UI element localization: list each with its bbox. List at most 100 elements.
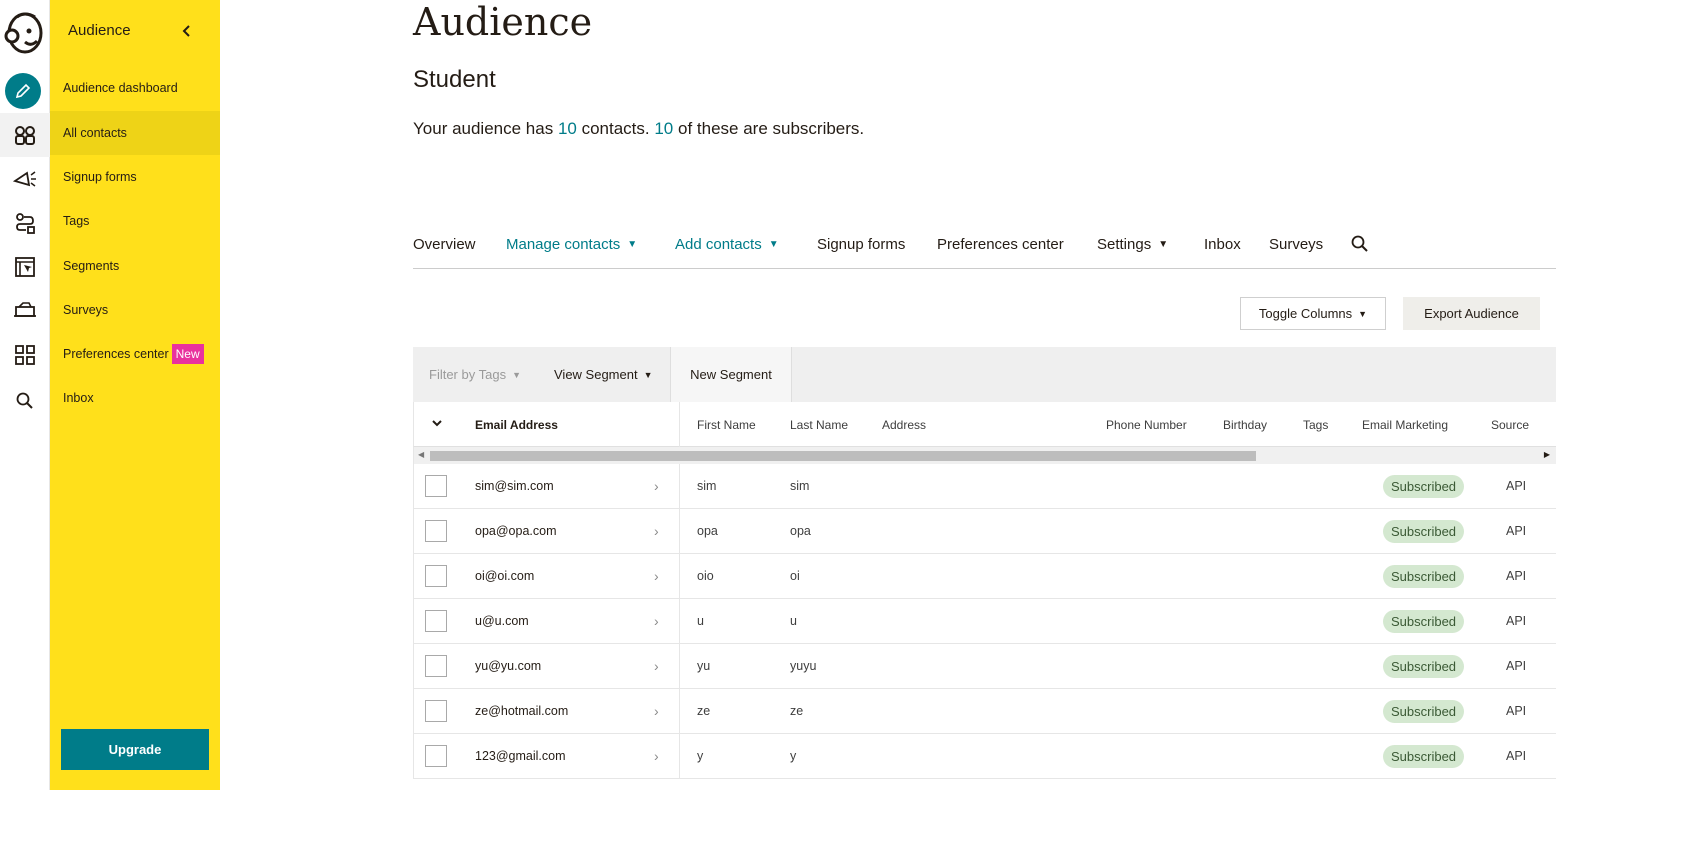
tab-signup-forms[interactable]: Signup forms — [817, 236, 905, 253]
sidebar-item-tags[interactable]: Tags — [50, 199, 220, 243]
row-checkbox[interactable] — [425, 520, 447, 542]
tab-label: Signup forms — [817, 236, 906, 253]
column-birthday[interactable]: Birthday — [1223, 418, 1267, 432]
row-first-name: sim — [697, 479, 717, 493]
column-address[interactable]: Address — [882, 418, 926, 432]
chevron-right-icon[interactable]: › — [654, 658, 659, 674]
column-last-name[interactable]: Last Name — [790, 418, 848, 432]
column-email-address[interactable]: Email Address — [475, 418, 558, 432]
row-checkbox[interactable] — [425, 565, 447, 587]
sidebar-item-segments[interactable]: Segments — [50, 244, 220, 288]
row-email[interactable]: yu@yu.com — [475, 659, 541, 673]
scroll-right-arrow-icon[interactable]: ▶ — [1544, 450, 1550, 459]
integrations-grid-icon[interactable] — [0, 333, 50, 377]
row-email[interactable]: sim@sim.com — [475, 479, 554, 493]
toggle-columns-button[interactable]: Toggle Columns ▼ — [1240, 297, 1386, 330]
table-row[interactable]: opa@opa.com › opa opa Subscribed API — [413, 509, 1556, 554]
chevron-right-icon[interactable]: › — [654, 748, 659, 764]
row-checkbox[interactable] — [425, 610, 447, 632]
row-first-name: u — [697, 614, 704, 628]
row-checkbox[interactable] — [425, 700, 447, 722]
row-checkbox[interactable] — [425, 655, 447, 677]
sidebar-item-label: Tags — [63, 214, 90, 228]
column-phone-number[interactable]: Phone Number — [1106, 418, 1187, 432]
column-tags[interactable]: Tags — [1303, 418, 1328, 432]
tab-add-contacts[interactable]: Add contacts ▼ — [675, 236, 779, 253]
content-studio-icon[interactable] — [0, 289, 50, 333]
campaigns-megaphone-icon[interactable] — [0, 157, 50, 201]
chevron-right-icon[interactable]: › — [654, 703, 659, 719]
table-row[interactable]: ze@hotmail.com › ze ze Subscribed API — [413, 689, 1556, 734]
table-row[interactable]: 123@gmail.com › y y Subscribed API — [413, 734, 1556, 779]
collapse-chevron-left-icon[interactable] — [181, 24, 191, 43]
tab-settings[interactable]: Settings ▼ — [1097, 236, 1168, 253]
audience-name: Student — [413, 66, 496, 93]
table-header: Email Address First Name Last Name Addre… — [413, 402, 1556, 447]
horizontal-scrollbar[interactable]: ◀ ▶ — [413, 447, 1556, 464]
automations-icon[interactable] — [0, 201, 50, 245]
row-email[interactable]: opa@opa.com — [475, 524, 557, 538]
tab-inbox[interactable]: Inbox — [1204, 236, 1241, 253]
scroll-left-arrow-icon[interactable]: ◀ — [418, 450, 424, 459]
export-audience-button[interactable]: Export Audience — [1403, 297, 1540, 330]
status-badge: Subscribed — [1383, 475, 1465, 498]
status-badge: Subscribed — [1383, 700, 1465, 723]
summary-suffix: of these are subscribers. — [673, 119, 865, 138]
row-last-name: u — [790, 614, 797, 628]
status-badge: Subscribed — [1383, 655, 1465, 678]
row-last-name: opa — [790, 524, 811, 538]
chevron-right-icon[interactable]: › — [654, 478, 659, 494]
sidebar-item-surveys[interactable]: Surveys — [50, 288, 220, 332]
row-checkbox[interactable] — [425, 745, 447, 767]
search-icon[interactable] — [0, 379, 50, 423]
column-email-marketing[interactable]: Email Marketing — [1362, 418, 1448, 432]
row-email[interactable]: ze@hotmail.com — [475, 704, 568, 718]
mailchimp-logo-icon[interactable] — [3, 9, 45, 55]
upgrade-button[interactable]: Upgrade — [61, 729, 209, 770]
sidebar-item-audience-dashboard[interactable]: Audience dashboard — [50, 66, 220, 110]
chevron-right-icon[interactable]: › — [654, 523, 659, 539]
sidebar-item-all-contacts[interactable]: All contacts — [50, 111, 220, 155]
sidebar-item-label: Audience dashboard — [63, 81, 178, 95]
chevron-right-icon[interactable]: › — [654, 568, 659, 584]
column-divider — [679, 464, 680, 509]
sidebar-item-signup-forms[interactable]: Signup forms — [50, 155, 220, 199]
filter-by-tags-dropdown[interactable]: Filter by Tags ▼ — [429, 347, 521, 402]
tab-preferences-center[interactable]: Preferences center — [937, 236, 1064, 253]
search-icon[interactable] — [1351, 235, 1369, 253]
create-pencil-icon[interactable] — [5, 73, 41, 109]
table-row[interactable]: u@u.com › u u Subscribed API — [413, 599, 1556, 644]
table-row[interactable]: sim@sim.com › sim sim Subscribed API — [413, 464, 1556, 509]
tab-label: Surveys — [1269, 236, 1324, 253]
row-email[interactable]: 123@gmail.com — [475, 749, 566, 763]
column-source[interactable]: Source — [1491, 418, 1529, 432]
tab-label: Overview — [413, 236, 476, 253]
view-segment-dropdown[interactable]: View Segment ▼ — [554, 347, 653, 402]
row-first-name: ze — [697, 704, 711, 718]
table-row[interactable]: yu@yu.com › yu yuyu Subscribed API — [413, 644, 1556, 689]
filter-bar: Filter by Tags ▼ View Segment ▼ New Segmen… — [413, 347, 1556, 402]
chevron-down-icon: ▼ — [1158, 239, 1169, 250]
sidebar-item-preferences-center[interactable]: Preferences center New — [50, 332, 220, 376]
tab-surveys[interactable]: Surveys — [1269, 236, 1323, 253]
row-checkbox[interactable] — [425, 475, 447, 497]
select-all-chevron-icon[interactable] — [431, 417, 443, 432]
row-last-name: yuyu — [790, 659, 817, 673]
row-last-name: ze — [790, 704, 804, 718]
website-builder-icon[interactable] — [0, 245, 50, 289]
sidebar-item-inbox[interactable]: Inbox — [50, 376, 220, 420]
row-email[interactable]: oi@oi.com — [475, 569, 534, 583]
row-email[interactable]: u@u.com — [475, 614, 529, 628]
row-source: API — [1506, 569, 1527, 583]
scrollbar-thumb[interactable] — [430, 451, 1256, 461]
tab-overview[interactable]: Overview — [413, 236, 476, 253]
row-first-name: opa — [697, 524, 718, 538]
new-segment-button[interactable]: New Segment — [670, 347, 792, 402]
app-root: Audience Audience dashboard All contacts… — [0, 0, 1701, 857]
audience-icon[interactable] — [0, 113, 50, 157]
tab-manage-contacts[interactable]: Manage contacts ▼ — [506, 236, 637, 253]
table-row[interactable]: oi@oi.com › oio oi Subscribed API — [413, 554, 1556, 599]
column-first-name[interactable]: First Name — [697, 418, 756, 432]
chevron-right-icon[interactable]: › — [654, 613, 659, 629]
column-divider — [679, 402, 680, 447]
